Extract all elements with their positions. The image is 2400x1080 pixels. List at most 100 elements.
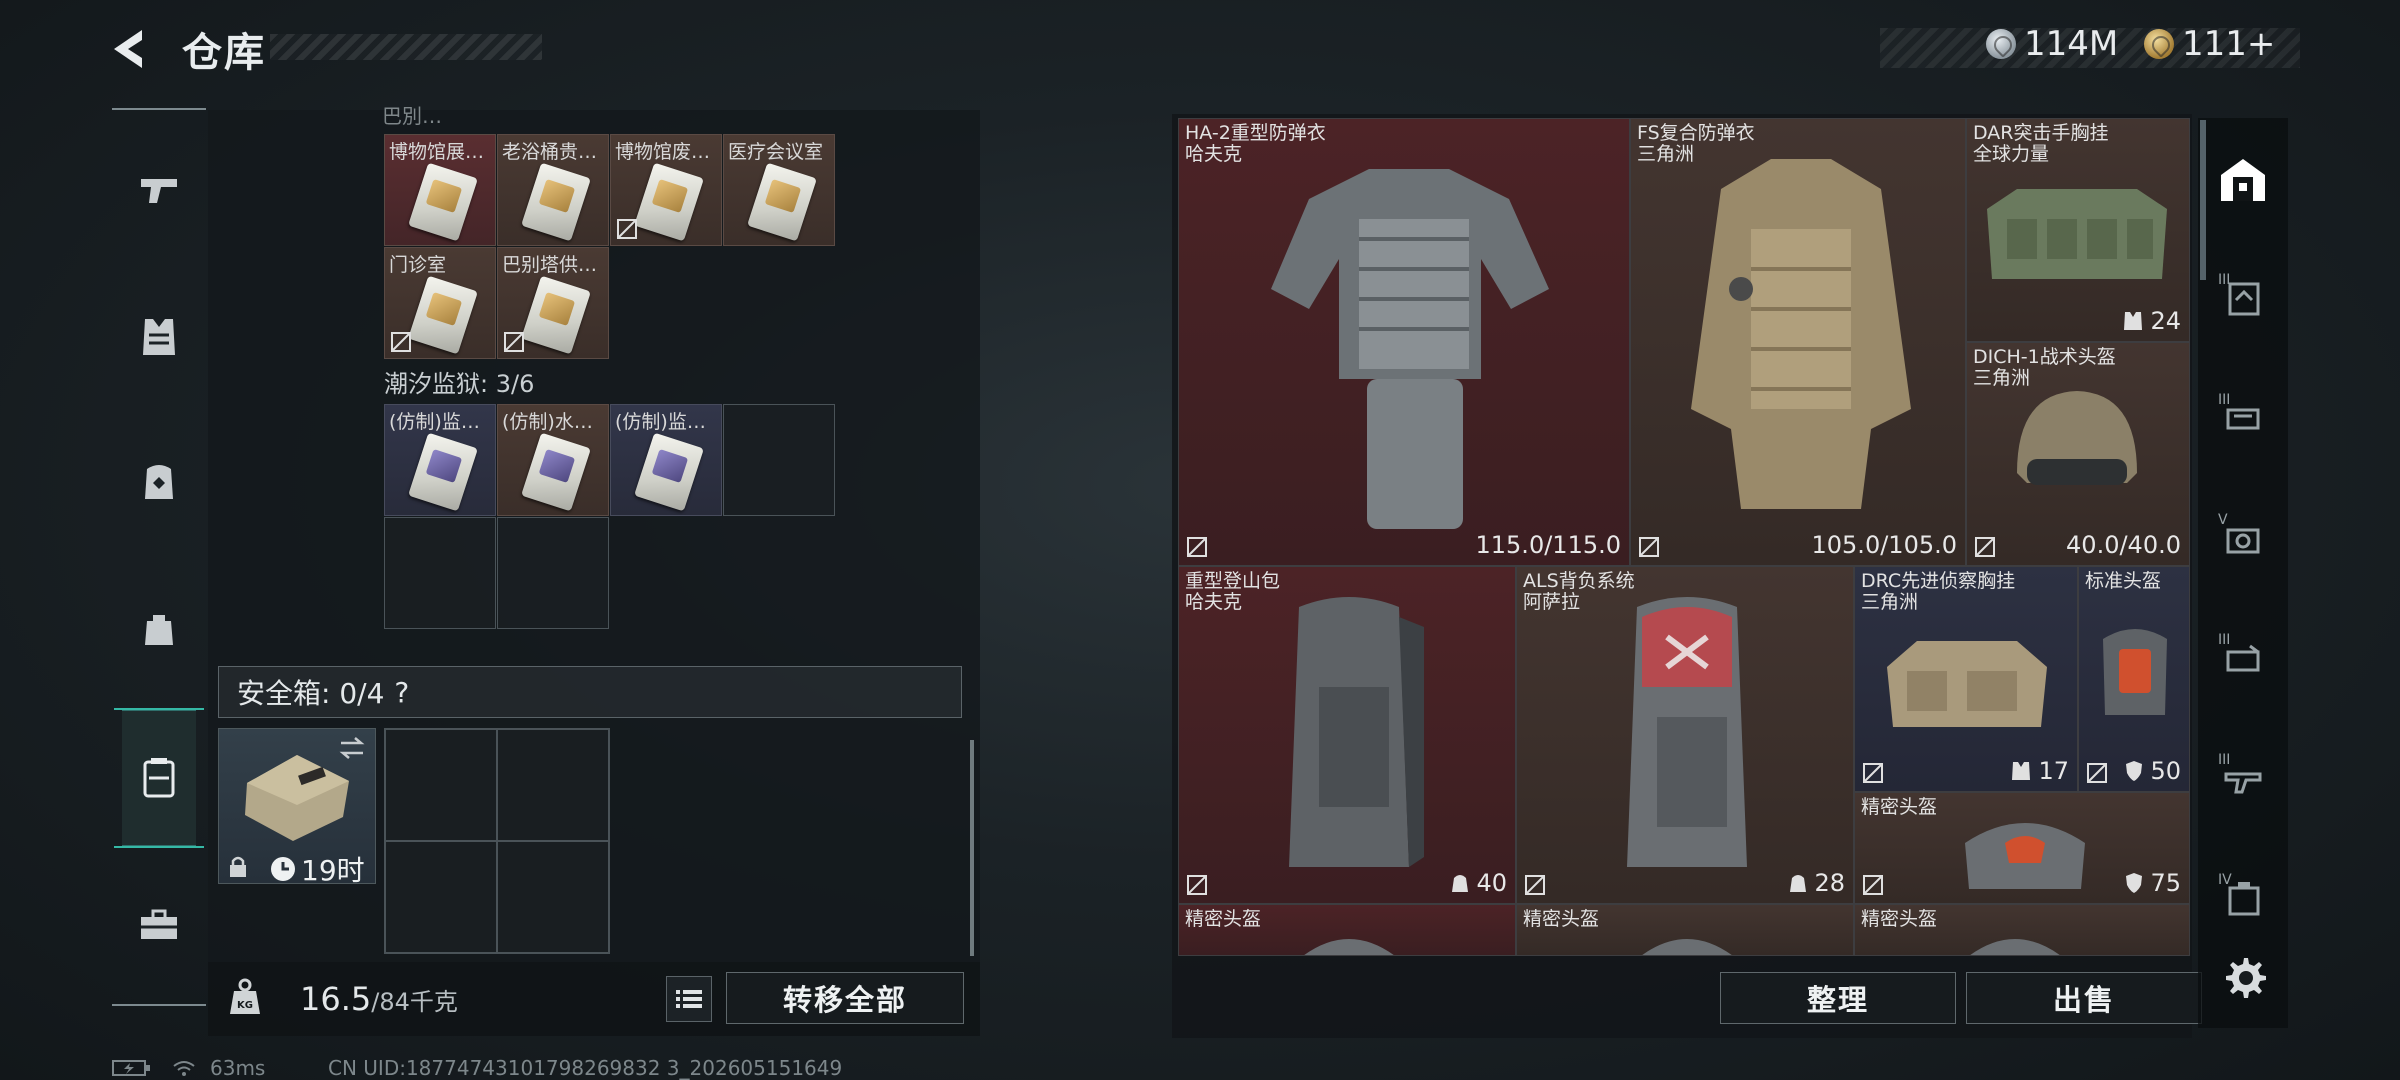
list-item[interactable]: 博物馆展… bbox=[384, 134, 496, 246]
safe-box-grid[interactable] bbox=[384, 728, 610, 954]
standard-helmet-icon bbox=[2103, 629, 2167, 715]
section-label-partial: 巴別… bbox=[382, 104, 442, 128]
list-item[interactable]: 老浴桶贵… bbox=[497, 134, 609, 246]
nav-backpack[interactable] bbox=[112, 434, 206, 528]
weight-readout: 16.5/84千克 bbox=[300, 980, 458, 1018]
non-insurable-icon bbox=[1639, 537, 1659, 557]
backpack-icon bbox=[145, 465, 173, 499]
rail-level-3-filter-2[interactable]: III bbox=[2208, 384, 2278, 454]
back-arrow-icon[interactable] bbox=[108, 26, 154, 72]
list-item[interactable]: (仿制)监… bbox=[610, 404, 722, 516]
empty-slot[interactable] bbox=[497, 729, 609, 841]
clock-icon bbox=[271, 857, 295, 881]
keycard-icon bbox=[521, 162, 591, 242]
empty-slot[interactable] bbox=[723, 404, 835, 516]
chest-rig-slot-2[interactable]: DRC先进侦察胸挂 三角洲 17 bbox=[1854, 566, 2078, 792]
composite-armor-icon bbox=[1691, 159, 1911, 509]
heavy-armor-icon bbox=[1271, 169, 1549, 529]
sort-button[interactable]: 整理 bbox=[1720, 972, 1956, 1024]
helmet-slot-4[interactable]: 精密头盔 bbox=[1178, 904, 1516, 956]
empty-slot[interactable] bbox=[497, 841, 609, 953]
safe-box-header: 安全箱: 0/4 ? bbox=[218, 666, 962, 718]
list-item[interactable]: 门诊室 bbox=[384, 247, 496, 359]
durability: 40.0/40.0 bbox=[2066, 531, 2181, 559]
nav-armor[interactable] bbox=[112, 290, 206, 384]
empty-slot[interactable] bbox=[385, 729, 497, 841]
title-decoration bbox=[270, 34, 542, 60]
armor-slot-1[interactable]: HA-2重型防弹衣 哈夫克 115.0/115.0 bbox=[1178, 118, 1630, 566]
weight-icon: KG bbox=[230, 978, 260, 1014]
list-item[interactable]: (仿制)水… bbox=[497, 404, 609, 516]
capacity: 17 bbox=[2010, 757, 2069, 785]
list-item[interactable]: 巴别塔供… bbox=[497, 247, 609, 359]
chest-rig-slot-1[interactable]: DAR突击手胸挂 全球力量 24 bbox=[1966, 118, 2190, 342]
helmet-slot-1[interactable]: DICH-1战术头盔 三角洲 40.0/40.0 bbox=[1966, 342, 2190, 566]
safe-timer: 19时 bbox=[269, 849, 365, 889]
helmet-slot-5[interactable]: 精密头盔 bbox=[1516, 904, 1854, 956]
non-insurable-icon bbox=[1975, 537, 1995, 557]
non-insurable-icon bbox=[1187, 875, 1207, 895]
carrier-system-icon bbox=[1627, 597, 1747, 867]
list-item[interactable]: 博物馆废… bbox=[610, 134, 722, 246]
rig-capacity-icon bbox=[2012, 762, 2031, 780]
non-insurable-icon bbox=[1525, 875, 1545, 895]
capacity: 28 bbox=[1788, 869, 1845, 897]
nav-safe-box[interactable] bbox=[114, 708, 204, 848]
nav-weapons[interactable] bbox=[112, 142, 206, 236]
uid-readout: CN UID:18774743101798269832 3_2026051516… bbox=[328, 1056, 843, 1080]
safe-box-item[interactable]: 19时 bbox=[218, 728, 376, 887]
non-insurable-icon bbox=[504, 332, 524, 352]
keycard-icon bbox=[634, 162, 704, 242]
helmet-slot-3[interactable]: 精密头盔 75 bbox=[1854, 792, 2190, 904]
armor-slot-2[interactable]: FS复合防弹衣 三角洲 105.0/105.0 bbox=[1630, 118, 1966, 566]
gold-currency[interactable]: 111+ bbox=[2144, 24, 2275, 64]
non-insurable-icon bbox=[1863, 875, 1883, 895]
battery-icon bbox=[112, 1060, 150, 1076]
vest-icon bbox=[143, 319, 175, 355]
rail-level-3-filter-4[interactable]: III bbox=[2208, 744, 2278, 814]
shield-icon bbox=[2126, 761, 2143, 781]
sell-button[interactable]: 出售 bbox=[1966, 972, 2202, 1024]
empty-slot[interactable] bbox=[497, 517, 609, 629]
transfer-all-button[interactable]: 转移全部 bbox=[726, 972, 964, 1024]
safe-box-label: 安全箱: 0/4 bbox=[237, 677, 385, 710]
keycard-icon bbox=[747, 162, 817, 242]
helmet-slot-2[interactable]: 标准头盔 50 bbox=[2078, 566, 2190, 792]
recon-rig-icon bbox=[1887, 641, 2047, 727]
rail-level-3-filter[interactable]: III bbox=[2208, 264, 2278, 334]
non-insurable-icon bbox=[2087, 763, 2107, 783]
capacity: 24 bbox=[2122, 307, 2181, 335]
ping-readout: 63ms bbox=[210, 1056, 266, 1080]
nav-pouch[interactable] bbox=[112, 582, 206, 676]
bag-capacity-icon bbox=[1790, 875, 1807, 892]
settings-gear-icon[interactable] bbox=[2222, 954, 2266, 998]
silver-coin-icon bbox=[1986, 29, 2016, 59]
help-icon[interactable]: ? bbox=[394, 676, 409, 709]
backpack-slot-2[interactable]: ALS背负系统 阿萨拉 28 bbox=[1516, 566, 1854, 904]
stash-home-icon bbox=[2221, 159, 2265, 201]
backpack-slot-1[interactable]: 重型登山包 哈夫克 40 bbox=[1178, 566, 1516, 904]
rail-all-items[interactable] bbox=[2208, 144, 2278, 214]
empty-slot[interactable] bbox=[385, 841, 497, 953]
rail-level-3-filter-3[interactable]: III bbox=[2208, 624, 2278, 694]
precision-helmet-icon bbox=[1970, 939, 2060, 955]
chest-rig-icon bbox=[1987, 189, 2167, 279]
tactical-helmet-icon bbox=[2017, 391, 2137, 485]
list-item[interactable]: 医疗会议室 bbox=[723, 134, 835, 246]
empty-slot[interactable] bbox=[384, 517, 496, 629]
helmet-slot-6[interactable]: 精密头盔 bbox=[1854, 904, 2190, 956]
rig-capacity-icon bbox=[2124, 312, 2143, 330]
list-view-button[interactable] bbox=[666, 976, 712, 1022]
nav-divider-top bbox=[112, 108, 206, 110]
swap-icon[interactable] bbox=[337, 735, 367, 761]
rail-level-4-filter[interactable]: IV bbox=[2208, 864, 2278, 934]
rail-level-5-filter[interactable]: V bbox=[2208, 504, 2278, 574]
stash-scrollbar[interactable] bbox=[970, 740, 974, 956]
keycard-icon bbox=[634, 432, 704, 512]
silver-currency: 114M bbox=[1986, 24, 2118, 64]
nav-toolbox[interactable] bbox=[112, 878, 206, 972]
keycard-icon bbox=[408, 275, 478, 355]
list-item[interactable]: (仿制)监… bbox=[384, 404, 496, 516]
rail-scroll-indicator[interactable] bbox=[2200, 120, 2206, 280]
silver-amount: 114M bbox=[2024, 24, 2119, 64]
